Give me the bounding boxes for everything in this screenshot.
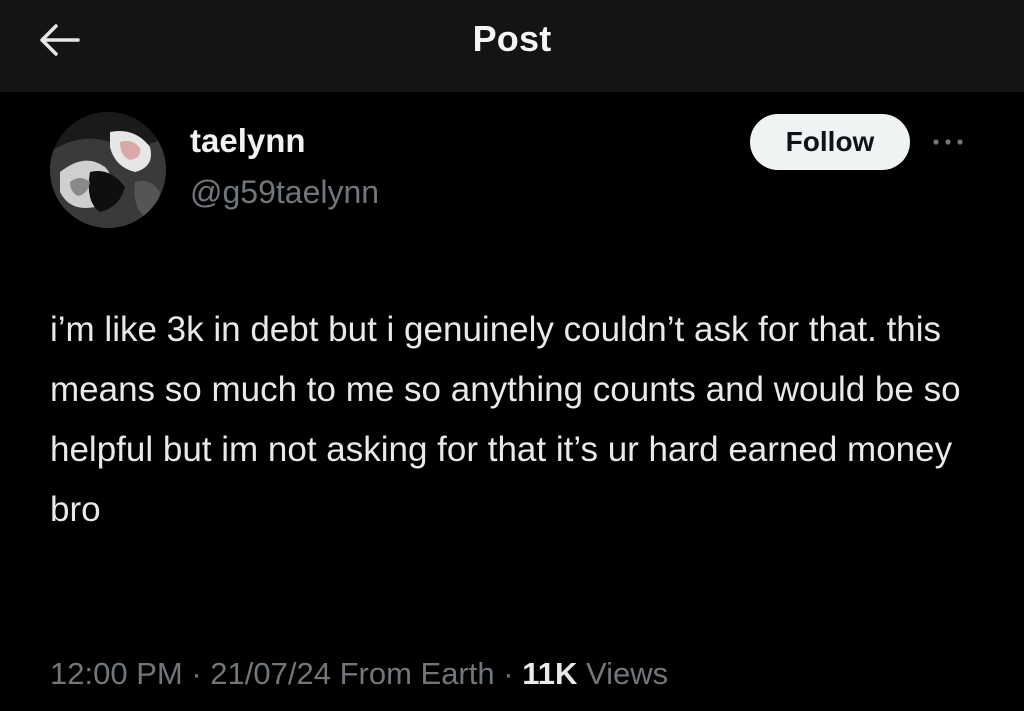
post-text: i’m like 3k in debt but i genuinely coul… [50, 310, 961, 529]
avatar[interactable] [50, 112, 166, 228]
top-bar: Post [0, 0, 1024, 92]
follow-button[interactable]: Follow [750, 114, 910, 170]
more-horizontal-icon [933, 139, 963, 145]
page-title: Post [472, 18, 552, 59]
post-date[interactable]: 21/07/24 [210, 656, 331, 691]
meta-separator: · [191, 656, 202, 691]
views-count[interactable]: 11K [522, 656, 577, 691]
post-source: From Earth [339, 656, 495, 691]
profile-photo [50, 112, 166, 228]
meta-separator: · [503, 656, 514, 691]
post-meta: 12:00 PM · 21/07/24 From Earth · 11K Vie… [50, 656, 668, 692]
display-name[interactable]: taelynn [190, 122, 306, 160]
more-options-button[interactable] [930, 130, 966, 154]
user-handle[interactable]: @g59taelynn [190, 174, 379, 211]
views-label[interactable]: Views [586, 656, 668, 691]
post-time[interactable]: 12:00 PM [50, 656, 183, 691]
